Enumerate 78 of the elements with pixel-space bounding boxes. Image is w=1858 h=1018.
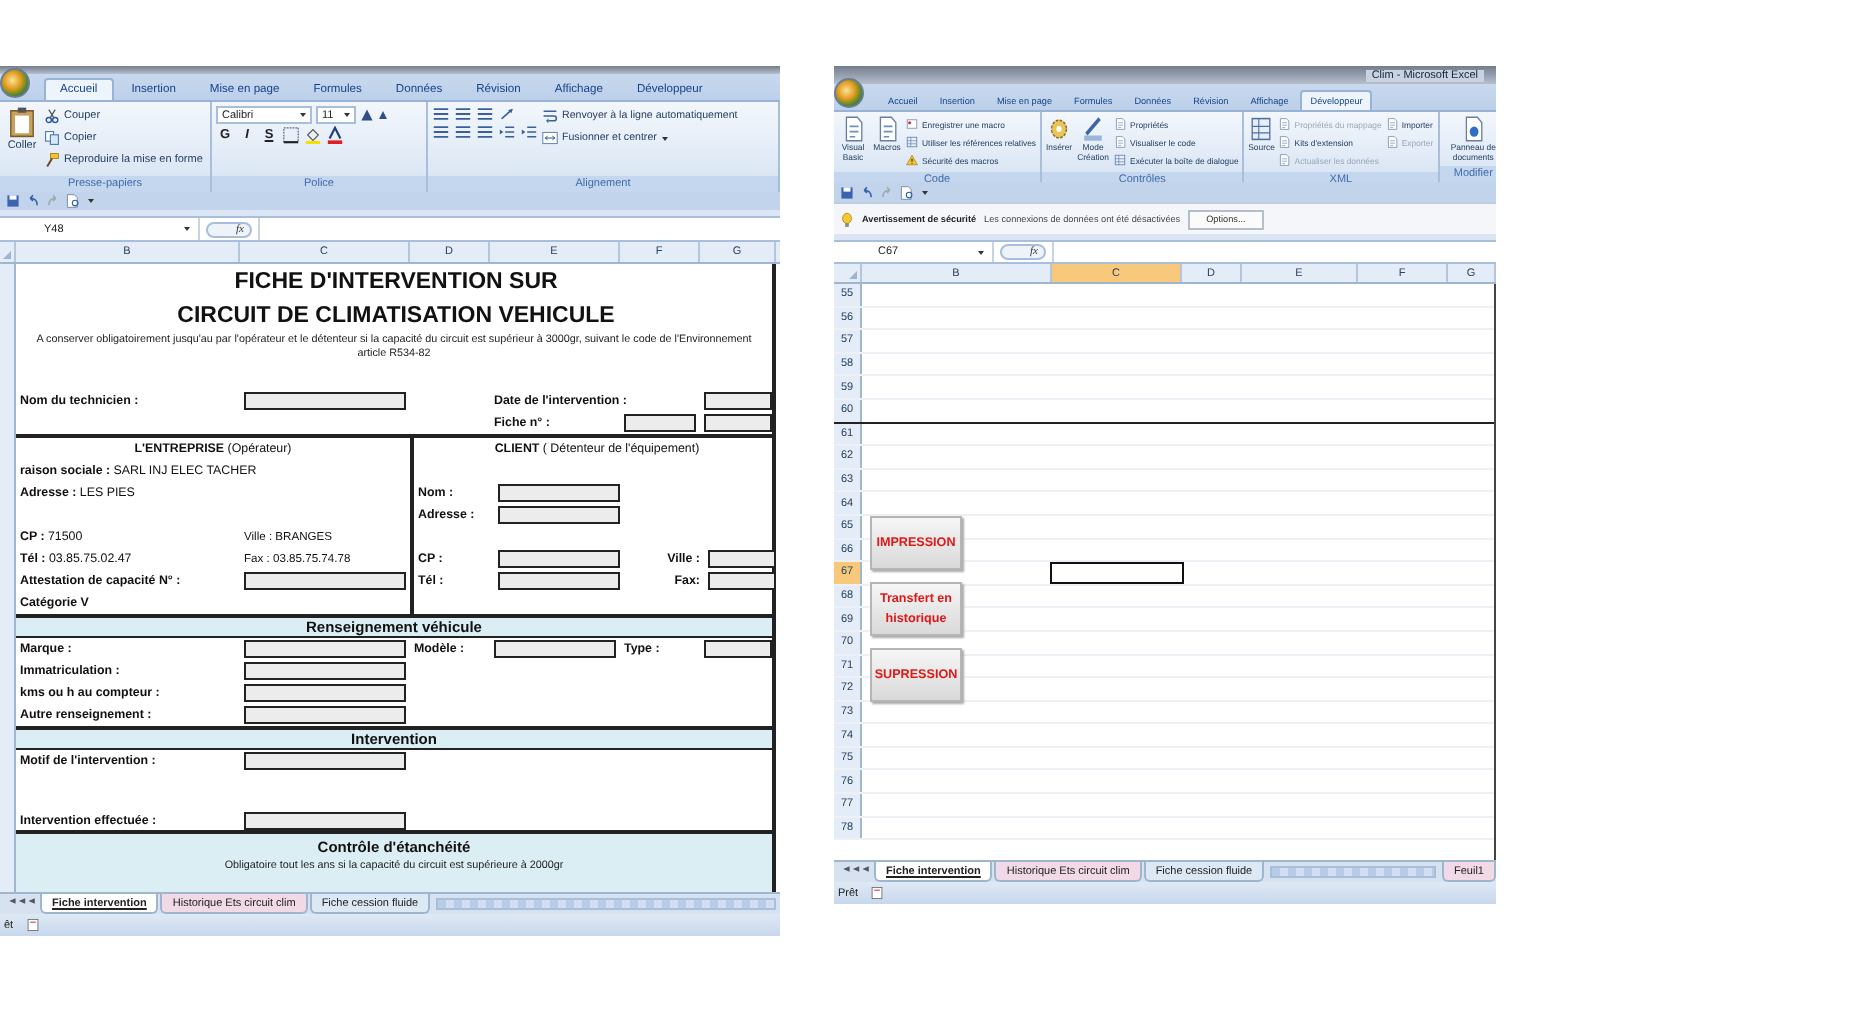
undo-icon[interactable]: [860, 185, 874, 199]
align-icon[interactable]: [454, 106, 472, 122]
align-icon[interactable]: [454, 124, 472, 140]
office-button[interactable]: [834, 78, 864, 108]
selected-cell[interactable]: [1050, 562, 1184, 584]
table-icon: [906, 136, 918, 148]
font-color-icon[interactable]: [326, 126, 344, 144]
align-icon[interactable]: [476, 106, 494, 122]
tab-navigation-icon[interactable]: [840, 862, 872, 876]
horizontal-scrollbar[interactable]: [436, 898, 776, 910]
indent-icon[interactable]: [520, 124, 538, 140]
document-icon: [1385, 118, 1398, 130]
caret-icon: [660, 133, 671, 143]
input-field[interactable]: [244, 811, 406, 829]
form-title: CIRCUIT DE CLIMATISATION VEHICULE: [175, 303, 617, 327]
form-title: FICHE D'INTERVENTION SUR: [232, 269, 560, 293]
document-icon: [1278, 136, 1291, 148]
merge-icon: [542, 130, 558, 146]
caret-icon: [182, 224, 192, 234]
table-icon: [1250, 116, 1273, 142]
input-field[interactable]: [244, 751, 406, 769]
lightbulb-icon: [840, 211, 854, 227]
input-field[interactable]: [498, 484, 620, 502]
align-icon[interactable]: [432, 124, 450, 140]
document-icon: [1114, 118, 1127, 130]
save-icon[interactable]: [6, 194, 20, 208]
input-field[interactable]: [244, 684, 406, 702]
align-icon[interactable]: [476, 124, 494, 140]
caret-icon: [976, 247, 986, 257]
scissors-icon: [44, 108, 60, 124]
pencil-icon: [1082, 116, 1105, 142]
fill-bucket-icon[interactable]: [304, 126, 322, 144]
clipboard-icon: [8, 106, 36, 138]
input-field[interactable]: [244, 706, 406, 724]
input-field[interactable]: [498, 550, 620, 568]
input-field[interactable]: [244, 392, 406, 410]
copy-icon: [44, 130, 60, 146]
input-field[interactable]: [244, 572, 406, 590]
page-icon: [870, 886, 885, 900]
list-document-icon: [876, 116, 898, 142]
page-icon: [25, 918, 40, 932]
document-icon: [842, 116, 864, 142]
save-icon[interactable]: [840, 185, 854, 199]
document-icon: [1278, 154, 1291, 166]
input-field[interactable]: [624, 414, 696, 432]
input-field[interactable]: [494, 640, 616, 658]
document-icon: [1462, 116, 1485, 142]
input-field[interactable]: [708, 550, 776, 568]
caret-icon: [298, 110, 308, 120]
warning-icon: [906, 154, 918, 166]
horizontal-scrollbar[interactable]: [1270, 866, 1437, 878]
wrap-text-icon: [542, 108, 558, 124]
text-angle-icon[interactable]: [498, 106, 516, 122]
input-field[interactable]: [704, 392, 772, 410]
input-field[interactable]: [498, 572, 620, 590]
caret-icon[interactable]: [86, 196, 96, 206]
document-icon: [1114, 136, 1127, 148]
document-icon: [1385, 136, 1398, 148]
document-icon: [1278, 118, 1291, 130]
input-field[interactable]: [704, 414, 772, 432]
office-button[interactable]: [0, 68, 30, 98]
input-field[interactable]: [244, 640, 406, 658]
input-field[interactable]: [244, 662, 406, 680]
table-icon: [1114, 154, 1127, 166]
border-icon[interactable]: [282, 126, 300, 144]
caret-icon: [342, 110, 352, 120]
print-preview-icon[interactable]: [66, 194, 80, 208]
print-preview-icon[interactable]: [900, 185, 914, 199]
gear-icon: [1048, 116, 1071, 142]
undo-icon[interactable]: [26, 194, 40, 208]
align-icon[interactable]: [432, 106, 450, 122]
tab-navigation-icon[interactable]: [6, 894, 38, 908]
input-field[interactable]: [704, 640, 772, 658]
record-icon: [906, 118, 918, 130]
brush-icon: [44, 152, 60, 168]
indent-icon[interactable]: [498, 124, 516, 140]
input-field[interactable]: [498, 506, 620, 524]
input-field[interactable]: [708, 572, 776, 590]
